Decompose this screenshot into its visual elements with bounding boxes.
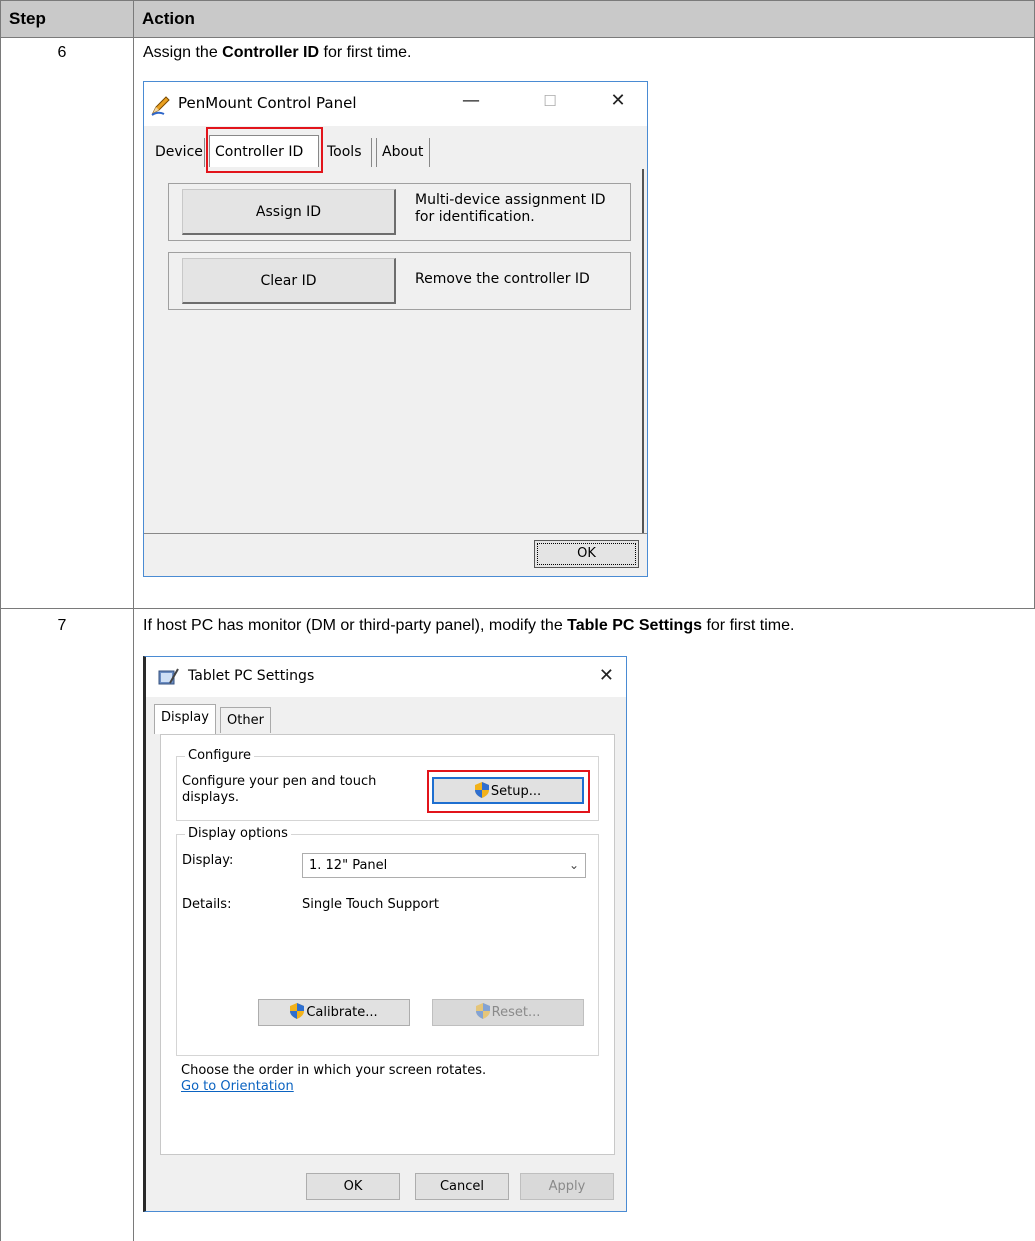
highlight-setup-button — [427, 770, 590, 813]
step-7-instruction: If host PC has monitor (DM or third-part… — [143, 617, 795, 634]
uac-shield-icon — [290, 1003, 305, 1019]
penmount-titlebar: PenMount Control Panel — ☐ ✕ — [144, 82, 647, 126]
header-action: Action — [142, 9, 195, 28]
table-header-row: Step Action — [0, 0, 1035, 38]
maximize-button[interactable]: ☐ — [535, 92, 565, 110]
controller-id-panel: Assign ID Multi-device assignment ID for … — [148, 169, 644, 535]
tab-tools[interactable]: Tools — [322, 138, 372, 167]
tab-other[interactable]: Other — [220, 707, 271, 733]
tablet-pc-settings-window: Tablet PC Settings ✕ Display Other Confi… — [143, 656, 627, 1212]
procedure-table: Step Action 6 Assign the Controller ID f… — [0, 0, 1035, 1241]
configure-legend: Configure — [185, 748, 255, 763]
assign-id-group: Assign ID Multi-device assignment ID for … — [168, 183, 631, 241]
ok-button[interactable]: OK — [534, 540, 639, 568]
configure-group: Configure Configure your pen and touch di… — [176, 748, 599, 821]
penmount-control-panel-window: PenMount Control Panel — ☐ ✕ Device Cont… — [143, 81, 648, 577]
tab-about[interactable]: About — [376, 138, 430, 167]
step-6-instruction: Assign the Controller ID for first time. — [143, 44, 412, 61]
chevron-down-icon: ⌄ — [568, 858, 579, 872]
tablet-title: Tablet PC Settings — [188, 668, 315, 684]
ok-button[interactable]: OK — [306, 1173, 400, 1200]
reset-button[interactable]: Reset... — [432, 999, 584, 1026]
pen-icon — [151, 96, 170, 116]
assign-id-description: Multi-device assignment ID for identifica… — [415, 192, 606, 225]
tablet-pc-icon — [158, 668, 179, 685]
row-divider — [0, 608, 1035, 609]
apply-button[interactable]: Apply — [520, 1173, 614, 1200]
calibrate-button[interactable]: Calibrate... — [258, 999, 410, 1026]
orientation-description: Choose the order in which your screen ro… — [181, 1063, 487, 1078]
go-to-orientation-link[interactable]: Go to Orientation — [181, 1079, 294, 1094]
penmount-button-bar: OK — [144, 533, 647, 576]
display-tab-panel: Configure Configure your pen and touch di… — [160, 734, 615, 1155]
cancel-button[interactable]: Cancel — [415, 1173, 509, 1200]
penmount-title: PenMount Control Panel — [178, 94, 357, 112]
close-button[interactable]: ✕ — [603, 90, 633, 111]
tab-device[interactable]: Device — [150, 138, 205, 167]
tab-display[interactable]: Display — [154, 704, 216, 734]
clear-id-group: Clear ID Remove the controller ID — [168, 252, 631, 310]
step-number-6: 6 — [57, 44, 67, 61]
tablet-titlebar: Tablet PC Settings ✕ — [146, 657, 626, 697]
header-step: Step — [9, 9, 46, 28]
uac-shield-icon — [475, 1003, 490, 1019]
table-column-divider — [133, 0, 134, 1241]
details-label: Details: — [182, 897, 232, 912]
display-select[interactable]: 1. 12" Panel ⌄ — [302, 853, 586, 878]
details-value: Single Touch Support — [302, 897, 439, 912]
display-options-legend: Display options — [185, 826, 291, 841]
close-button[interactable]: ✕ — [599, 665, 614, 686]
display-options-group: Display options Display: 1. 12" Panel ⌄ … — [176, 826, 599, 1056]
minimize-button[interactable]: — — [456, 90, 486, 111]
clear-id-description: Remove the controller ID — [415, 271, 590, 287]
step-number-7: 7 — [57, 617, 67, 634]
assign-id-button[interactable]: Assign ID — [182, 189, 396, 235]
display-label: Display: — [182, 853, 234, 868]
display-select-value: 1. 12" Panel — [309, 858, 388, 873]
highlight-controller-id-tab — [206, 127, 323, 173]
configure-description: Configure your pen and touch displays. — [182, 774, 377, 805]
clear-id-button[interactable]: Clear ID — [182, 258, 396, 304]
